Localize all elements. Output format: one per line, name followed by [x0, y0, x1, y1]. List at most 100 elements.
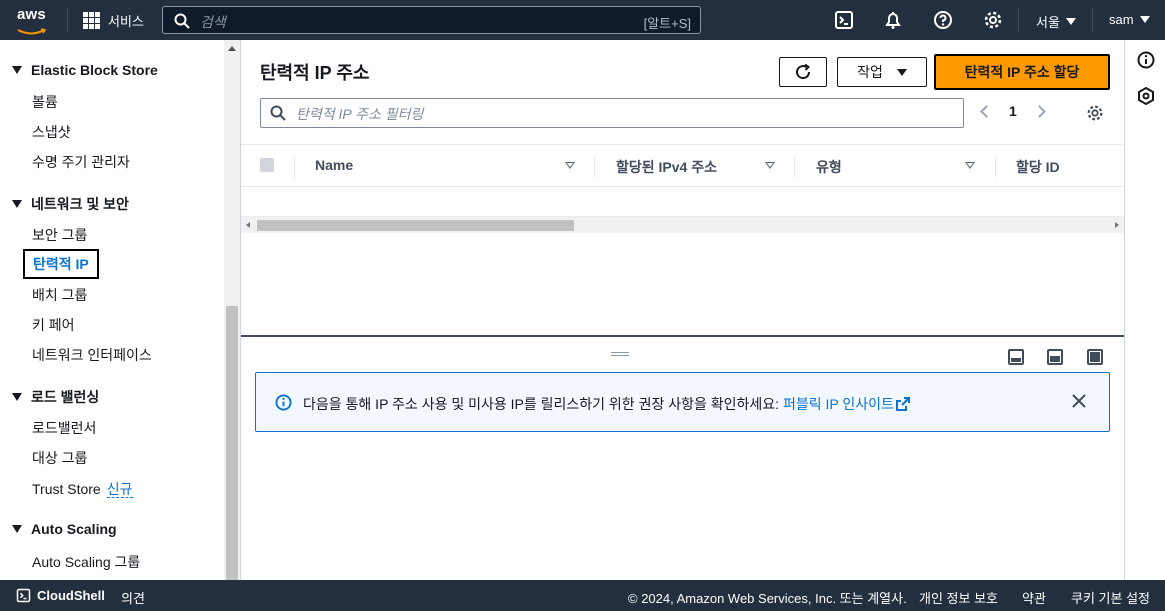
refresh-button[interactable] — [779, 57, 827, 87]
refresh-icon — [796, 63, 811, 80]
sidebar-item-elastic-ip[interactable]: 탄력적 IP — [23, 249, 99, 279]
sidebar-item-placement-groups[interactable]: 배치 그룹 — [32, 285, 87, 305]
services-label: 서비스 — [108, 13, 144, 29]
sidebar-item-target-groups[interactable]: 대상 그룹 — [32, 448, 87, 468]
caret-down-icon — [1139, 16, 1150, 23]
scroll-right-arrow-icon[interactable] — [1115, 222, 1119, 228]
settings-gear-icon[interactable] — [983, 10, 1003, 30]
page-title: 탄력적 IP 주소 — [260, 63, 370, 83]
user-menu[interactable]: sam — [1109, 12, 1150, 27]
cloudshell-label: CloudShell — [37, 588, 105, 603]
actions-label: 작업 — [857, 64, 883, 80]
split-panel-full-icon[interactable] — [1087, 349, 1103, 365]
sidebar-item-volumes[interactable]: 볼륨 — [32, 92, 58, 112]
right-tools-rail — [1124, 40, 1165, 580]
split-panel-middle-icon[interactable] — [1047, 349, 1063, 365]
cloudshell-button[interactable]: CloudShell — [16, 588, 105, 603]
sidebar-item-trust-store[interactable]: Trust Store 신규 — [32, 479, 133, 499]
grid-icon — [83, 11, 100, 29]
help-icon[interactable] — [933, 10, 953, 30]
sidebar-section-network-security[interactable]: 네트워크 및 보안 — [12, 194, 129, 214]
sidebar-item-auto-scaling-groups[interactable]: Auto Scaling 그룹 — [32, 552, 140, 572]
table-scrollbar-thumb[interactable] — [257, 220, 574, 231]
footer: CloudShell 의견 © 2024, Amazon Web Service… — [0, 580, 1165, 611]
main-content: 탄력적 IP 주소 작업 탄력적 IP 주소 할당 탄력적 IP 주소 필터링 … — [241, 40, 1124, 580]
table-preferences-gear-icon[interactable] — [1086, 104, 1104, 122]
column-header-name[interactable]: Name — [315, 157, 353, 173]
sort-icon[interactable] — [965, 162, 975, 169]
sidebar-active-wrap: 탄력적 IP — [0, 249, 224, 279]
caret-down-icon — [12, 200, 22, 208]
sidebar-scrollbar-thumb[interactable] — [226, 306, 238, 580]
feedback-link[interactable]: 의견 — [121, 588, 145, 607]
top-navigation: aws 서비스 검색 [알트+S] 서울 sam — [0, 0, 1165, 40]
sidebar-item-key-pairs[interactable]: 키 페어 — [32, 315, 75, 335]
external-link-icon — [895, 397, 910, 411]
new-badge: 신규 — [106, 481, 133, 498]
privacy-link[interactable]: 개인 정보 보호 — [919, 588, 998, 607]
scroll-up-arrow-icon[interactable] — [228, 46, 236, 51]
sidebar-section-load-balancing[interactable]: 로드 밸런싱 — [12, 387, 99, 407]
sort-icon[interactable] — [765, 162, 775, 169]
scroll-left-arrow-icon[interactable] — [246, 222, 250, 228]
terms-link[interactable]: 약관 — [1022, 588, 1046, 607]
cloudshell-icon[interactable] — [834, 10, 854, 30]
search-placeholder: 검색 — [200, 14, 226, 30]
actions-dropdown-button[interactable]: 작업 — [837, 57, 927, 87]
caret-down-icon — [12, 393, 22, 401]
alert-text: 다음을 통해 IP 주소 사용 및 미사용 IP를 릴리스하기 위한 권장 사항… — [303, 394, 910, 414]
page-number[interactable]: 1 — [1009, 103, 1017, 119]
info-alert: 다음을 통해 IP 주소 사용 및 미사용 IP를 릴리스하기 위한 권장 사항… — [255, 372, 1110, 432]
caret-down-icon — [1065, 18, 1076, 25]
filter-input[interactable]: 탄력적 IP 주소 필터링 — [260, 98, 964, 128]
user-label: sam — [1109, 12, 1134, 27]
select-all-checkbox[interactable] — [260, 158, 274, 172]
column-header-ipv4[interactable]: 할당된 IPv4 주소 — [616, 157, 717, 177]
hexagon-icon[interactable] — [1137, 87, 1155, 105]
info-icon — [275, 394, 292, 411]
column-header-allocation-id[interactable]: 할당 ID — [1016, 157, 1060, 177]
table-header: Name 할당된 IPv4 주소 유형 할당 ID — [241, 144, 1124, 187]
region-selector[interactable]: 서울 — [1036, 12, 1076, 31]
sidebar-section-label: Elastic Block Store — [31, 62, 158, 78]
column-separator — [995, 156, 996, 178]
divider — [1092, 8, 1093, 32]
column-separator — [294, 156, 295, 178]
split-panel-divider[interactable] — [241, 335, 1124, 337]
sidebar-item-security-groups[interactable]: 보안 그룹 — [32, 225, 87, 245]
sidebar-item-snapshots[interactable]: 스냅샷 — [32, 122, 71, 142]
caret-down-icon — [12, 525, 22, 533]
sidebar-section-label: 네트워크 및 보안 — [31, 196, 129, 212]
table-horizontal-scrollbar[interactable] — [241, 216, 1124, 233]
column-header-type[interactable]: 유형 — [816, 157, 842, 177]
search-input[interactable]: 검색 [알트+S] — [162, 6, 701, 34]
sidebar-section-auto-scaling[interactable]: Auto Scaling — [12, 521, 117, 537]
chevron-left-icon[interactable] — [980, 104, 993, 118]
split-panel-drag-handle-icon[interactable] — [611, 352, 629, 356]
split-panel-bottom-icon[interactable] — [1008, 349, 1024, 365]
services-menu-button[interactable]: 서비스 — [83, 10, 144, 30]
sidebar-section-label: 로드 밸런싱 — [31, 389, 100, 405]
chevron-right-icon[interactable] — [1032, 104, 1046, 118]
alert-link-label: 퍼블릭 IP 인사이트 — [782, 396, 894, 412]
allocate-elastic-ip-button[interactable]: 탄력적 IP 주소 할당 — [934, 54, 1110, 90]
divider — [1018, 8, 1019, 32]
column-separator — [794, 156, 795, 178]
sort-icon[interactable] — [565, 162, 575, 169]
bell-icon[interactable] — [883, 10, 903, 30]
sidebar-scrollbar[interactable] — [224, 40, 240, 580]
sidebar-item-load-balancers[interactable]: 로드밸런서 — [32, 418, 96, 438]
search-shortcut: [알트+S] — [643, 16, 691, 31]
region-label: 서울 — [1036, 15, 1060, 30]
sidebar-section-ebs[interactable]: Elastic Block Store — [12, 62, 158, 78]
pagination: 1 — [980, 103, 1046, 119]
column-separator — [594, 156, 595, 178]
public-ip-insights-link[interactable]: 퍼블릭 IP 인사이트 — [783, 396, 910, 412]
close-icon[interactable] — [1071, 393, 1087, 409]
aws-logo[interactable]: aws — [17, 7, 51, 35]
caret-down-icon — [12, 66, 22, 74]
cookie-preferences-link[interactable]: 쿠키 기본 설정 — [1071, 588, 1150, 607]
sidebar-item-network-interfaces[interactable]: 네트워크 인터페이스 — [32, 345, 152, 365]
sidebar-item-lifecycle-manager[interactable]: 수명 주기 관리자 — [32, 152, 130, 172]
info-panel-icon[interactable] — [1137, 51, 1155, 69]
